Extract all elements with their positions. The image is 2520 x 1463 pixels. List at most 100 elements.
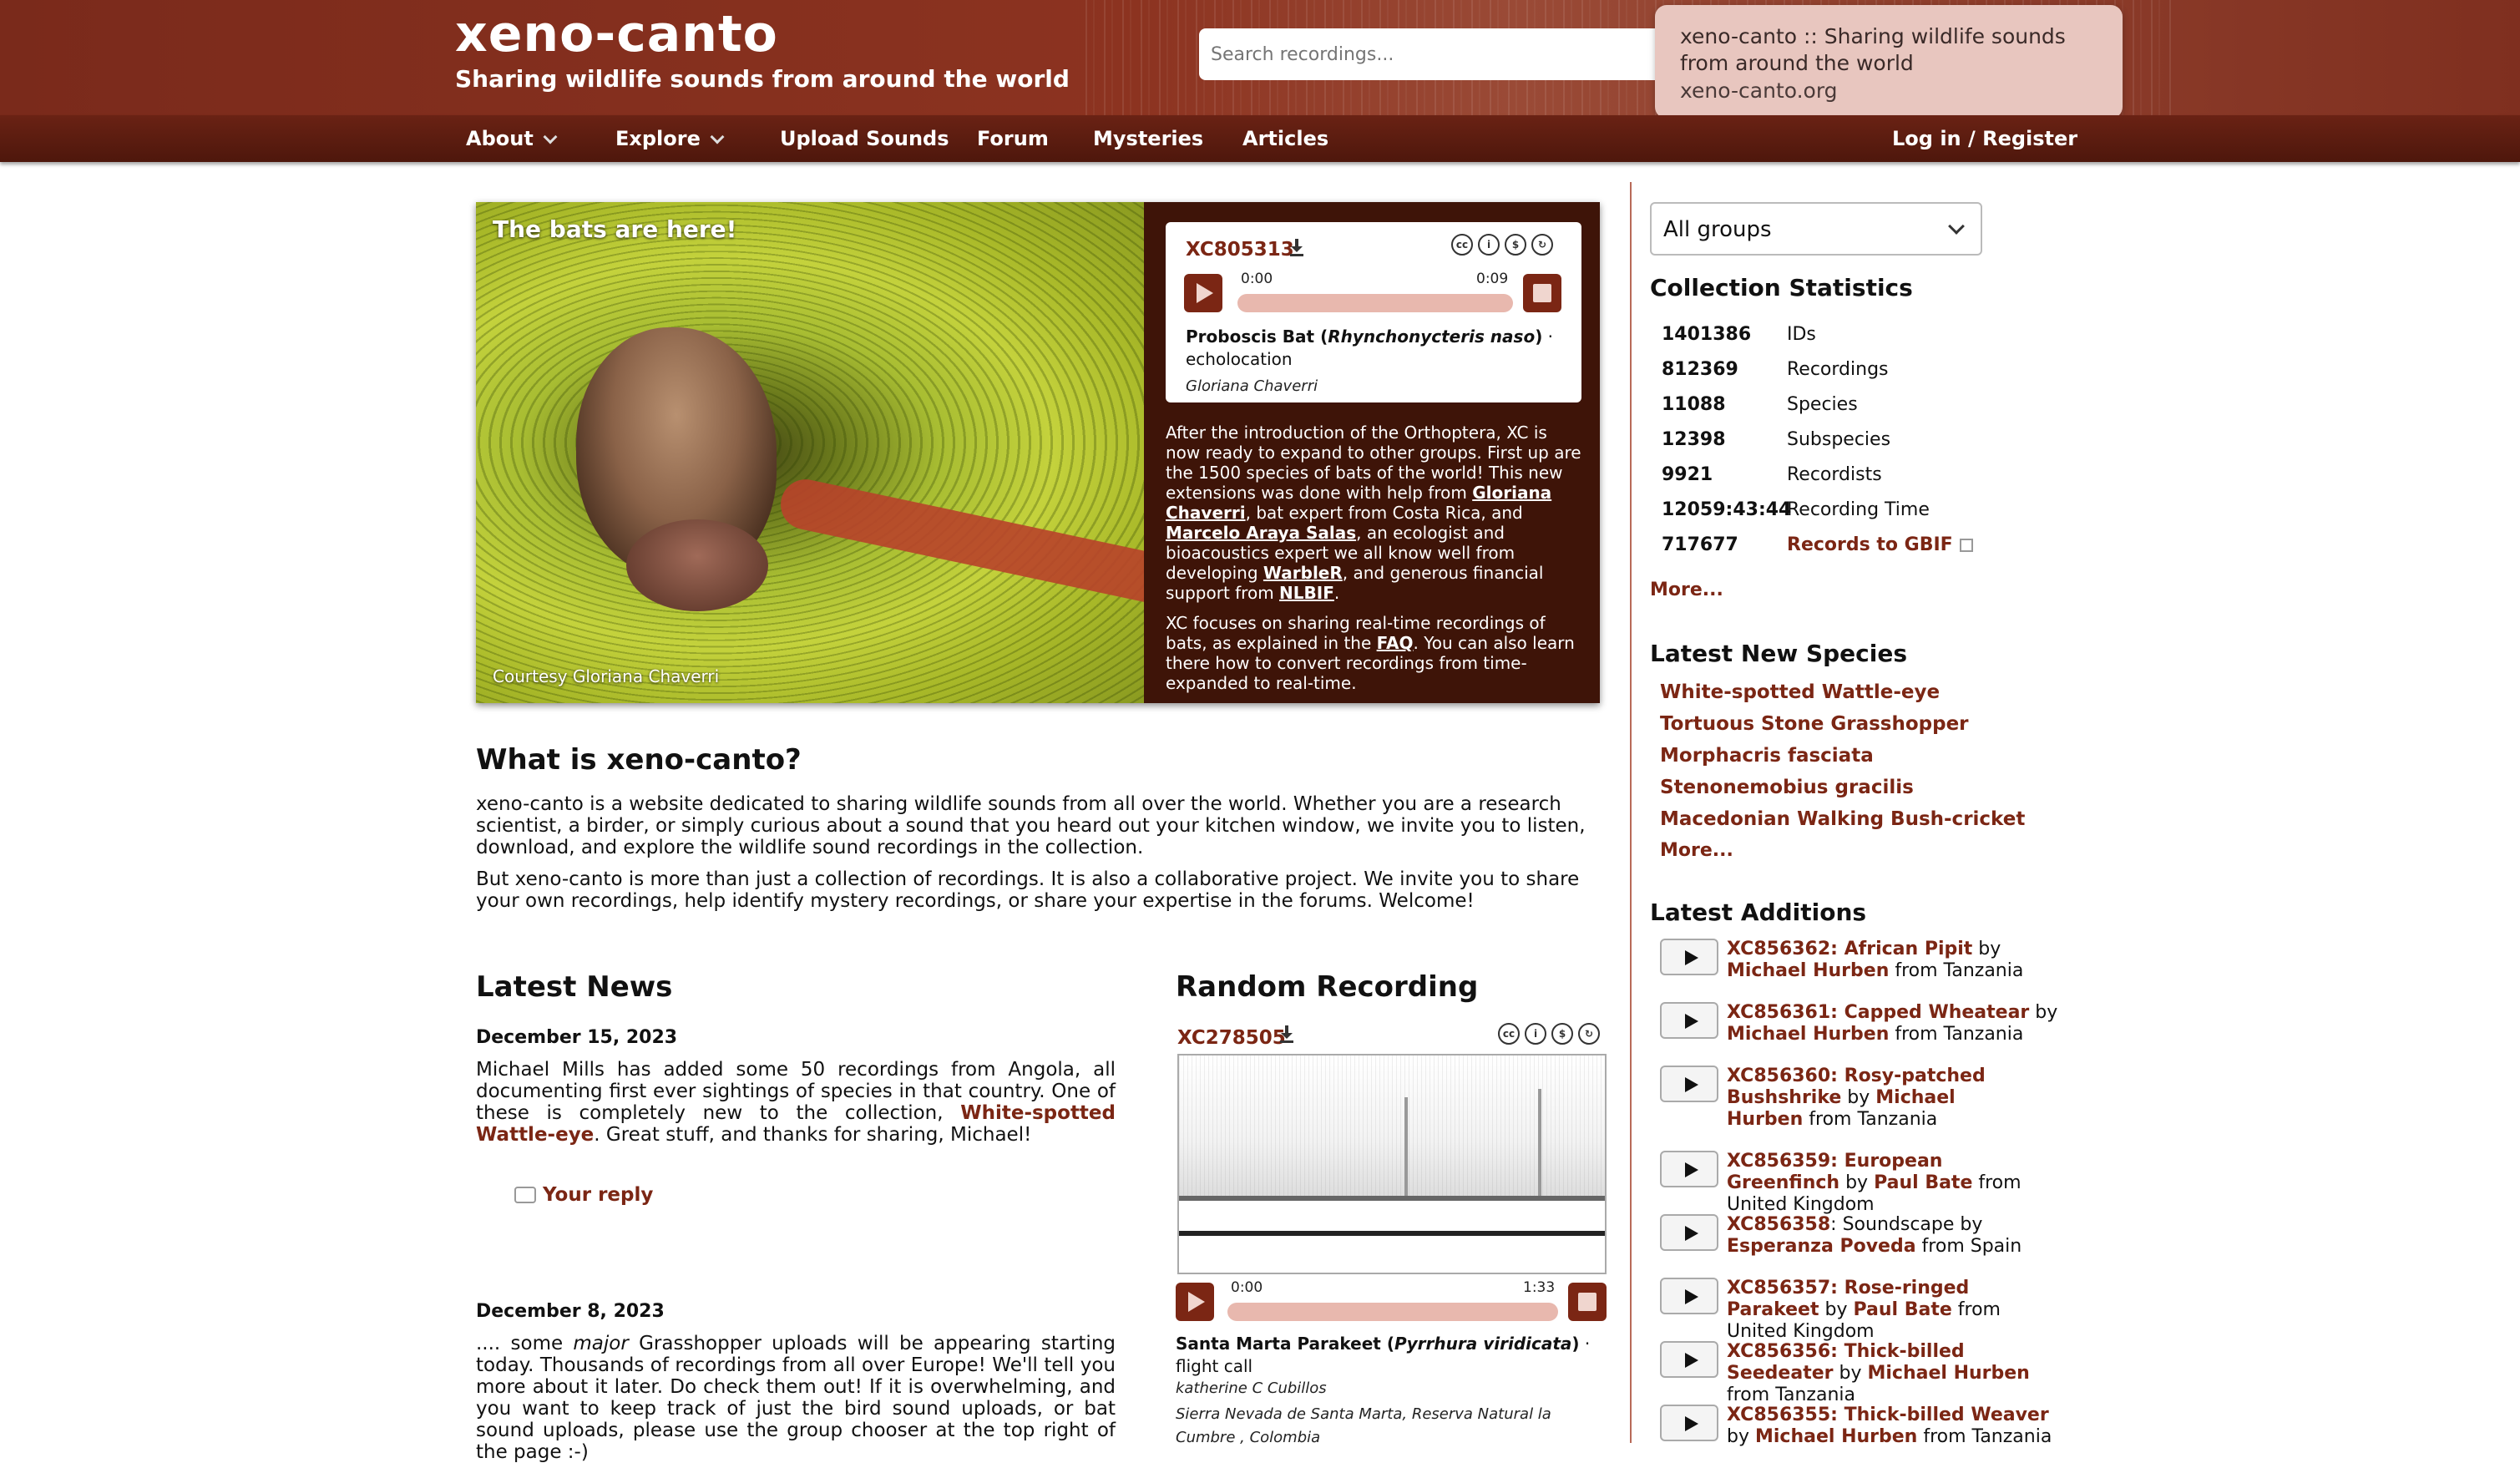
nav-explore[interactable]: Explore bbox=[615, 127, 725, 150]
progress-track[interactable] bbox=[1237, 294, 1513, 312]
play-icon[interactable] bbox=[1660, 1405, 1718, 1441]
addition-text: XC856359: European Greenfinch by Paul Ba… bbox=[1727, 1151, 2061, 1216]
time-end: 0:09 bbox=[1476, 271, 1509, 287]
nav-explore-label: Explore bbox=[615, 127, 701, 150]
play-icon[interactable] bbox=[1660, 1066, 1718, 1102]
stat-value: 12398 bbox=[1662, 429, 1726, 450]
main-nav: About Explore Upload Sounds Forum Myster… bbox=[0, 115, 2520, 162]
text: : Soundscape bbox=[1830, 1214, 1955, 1235]
species-link[interactable]: Stenonemobius gracilis bbox=[1660, 777, 1914, 798]
reply-link[interactable]: Your reply bbox=[514, 1184, 653, 1206]
play-icon[interactable] bbox=[1660, 1002, 1718, 1039]
link-nlbif[interactable]: NLBIF bbox=[1279, 583, 1334, 603]
about-paragraph: But xeno-canto is more than just a colle… bbox=[476, 868, 1580, 912]
addition-text: XC856357: Rose-ringed Parakeet by Paul B… bbox=[1727, 1278, 2061, 1343]
link-faq[interactable]: FAQ bbox=[1377, 633, 1414, 653]
play-icon[interactable] bbox=[1660, 1151, 1718, 1187]
text: by bbox=[1954, 1214, 1983, 1235]
cc-icon: cc bbox=[1498, 1023, 1520, 1045]
play-icon[interactable] bbox=[1660, 1278, 1718, 1314]
download-icon[interactable] bbox=[1289, 239, 1304, 257]
time-end: 1:33 bbox=[1523, 1279, 1556, 1296]
play-button[interactable] bbox=[1184, 274, 1222, 312]
stat-value: 1401386 bbox=[1662, 324, 1752, 345]
stats-more-link[interactable]: More... bbox=[1650, 580, 1723, 600]
nav-login[interactable]: Log in / Register bbox=[1892, 127, 2077, 150]
recording-link[interactable]: XC856361: Capped Wheatear bbox=[1727, 1002, 2029, 1023]
sa-icon: ↻ bbox=[1578, 1023, 1600, 1045]
species-link[interactable]: White-spotted Wattle-eye bbox=[1660, 681, 1940, 703]
stat-row: 812369 Recordings bbox=[1662, 359, 1996, 384]
chevron-down-icon bbox=[543, 129, 558, 144]
nav-forum[interactable]: Forum bbox=[977, 127, 1049, 150]
nav-about-label: About bbox=[466, 127, 534, 150]
recordist-link[interactable]: Michael Hurben bbox=[1727, 960, 1889, 981]
photo-credit: Courtesy Gloriana Chaverri bbox=[493, 666, 720, 686]
play-icon[interactable] bbox=[1660, 1214, 1718, 1251]
nc-icon: $ bbox=[1505, 234, 1526, 256]
news-date: December 8, 2023 bbox=[476, 1301, 665, 1322]
group-select[interactable]: All groups bbox=[1650, 202, 1982, 256]
recordist-link[interactable]: Esperanza Poveda bbox=[1727, 1236, 1916, 1257]
stop-button[interactable] bbox=[1568, 1283, 1607, 1321]
search-input[interactable] bbox=[1199, 28, 1667, 80]
gbif-link-label[interactable]: Records to GBIF bbox=[1787, 534, 1953, 555]
nav-upload[interactable]: Upload Sounds bbox=[780, 127, 949, 150]
banner-headline: The bats are here! bbox=[493, 215, 737, 243]
play-icon[interactable] bbox=[1660, 1341, 1718, 1378]
addition-text: XC856360: Rosy-patched Bushshrike by Mic… bbox=[1727, 1066, 2002, 1131]
news-date: December 15, 2023 bbox=[476, 1027, 678, 1048]
stat-row: 12398 Subspecies bbox=[1662, 429, 1996, 454]
bat-photo: The bats are here! Courtesy Gloriana Cha… bbox=[476, 202, 1144, 703]
species-title: Latest New Species bbox=[1650, 640, 1907, 667]
nav-articles[interactable]: Articles bbox=[1242, 127, 1328, 150]
species-link[interactable]: Tortuous Stone Grasshopper bbox=[1660, 713, 1969, 735]
play-icon[interactable] bbox=[1660, 939, 1718, 975]
recordist-link[interactable]: Michael Hurben bbox=[1755, 1426, 1917, 1447]
recording-link[interactable]: XC278505 bbox=[1177, 1027, 1286, 1049]
addition-text: XC856355: Thick-billed Weaver by Michael… bbox=[1727, 1405, 2061, 1448]
text: by bbox=[1972, 939, 2001, 959]
text: by bbox=[1833, 1363, 1868, 1384]
sonogram-call bbox=[1538, 1089, 1541, 1197]
play-button[interactable] bbox=[1176, 1283, 1214, 1321]
recordist-link[interactable]: Paul Bate bbox=[1874, 1172, 1972, 1193]
stat-row: 12059:43:44 Recording Time bbox=[1662, 499, 1996, 524]
recording-link[interactable]: XC856358 bbox=[1727, 1214, 1830, 1235]
recordist[interactable]: katherine C Cubillos bbox=[1176, 1379, 1327, 1397]
stat-label: Recording Time bbox=[1787, 499, 1930, 520]
scientific-name: Rhynchonycteris naso bbox=[1328, 327, 1536, 347]
tooltip-title: xeno-canto :: Sharing wildlife sounds fr… bbox=[1680, 24, 2066, 75]
recording-link[interactable]: XC805313 bbox=[1186, 239, 1294, 261]
species-more-link[interactable]: More... bbox=[1660, 840, 1733, 861]
progress-track[interactable] bbox=[1227, 1303, 1558, 1321]
species-link[interactable]: Morphacris fasciata bbox=[1660, 745, 1874, 767]
cc-icon: cc bbox=[1451, 234, 1473, 256]
recordist-link[interactable]: Paul Bate bbox=[1853, 1299, 1951, 1320]
stat-value: 9921 bbox=[1662, 464, 1713, 485]
recording-link[interactable]: XC856362: African Pipit bbox=[1727, 939, 1972, 959]
license-icons[interactable]: cc i $ ↻ bbox=[1498, 1023, 1600, 1045]
random-title: Random Recording bbox=[1176, 970, 1479, 1004]
nav-about[interactable]: About bbox=[466, 127, 558, 150]
stop-button[interactable] bbox=[1523, 274, 1561, 312]
text: , bat expert from Costa Rica, and bbox=[1245, 503, 1523, 523]
recordist-link[interactable]: Michael Hurben bbox=[1867, 1363, 2029, 1384]
link-warbler[interactable]: WarbleR bbox=[1263, 563, 1343, 583]
stat-label: Subspecies bbox=[1787, 429, 1891, 450]
site-logo[interactable]: xeno-canto bbox=[455, 5, 778, 63]
gbif-link[interactable]: Records to GBIF bbox=[1787, 534, 1973, 555]
site-header: xeno-canto Sharing wildlife sounds from … bbox=[0, 0, 2520, 119]
recordist[interactable]: Gloriana Chaverri bbox=[1186, 377, 1318, 395]
text: . bbox=[1333, 583, 1340, 603]
download-icon[interactable] bbox=[1279, 1025, 1294, 1044]
nav-mysteries[interactable]: Mysteries bbox=[1093, 127, 1203, 150]
stat-row: 717677 Records to GBIF bbox=[1662, 534, 1996, 559]
stats-title: Collection Statistics bbox=[1650, 274, 1913, 301]
recording-link[interactable]: XC856355: Thick-billed Weaver bbox=[1727, 1405, 2049, 1425]
link-marcelo[interactable]: Marcelo Araya Salas bbox=[1166, 523, 1356, 543]
species-link[interactable]: Macedonian Walking Bush-cricket bbox=[1660, 808, 2025, 830]
sonogram[interactable] bbox=[1177, 1054, 1607, 1274]
recordist-link[interactable]: Michael Hurben bbox=[1727, 1024, 1889, 1045]
license-icons[interactable]: cc i $ ↻ bbox=[1451, 234, 1553, 256]
